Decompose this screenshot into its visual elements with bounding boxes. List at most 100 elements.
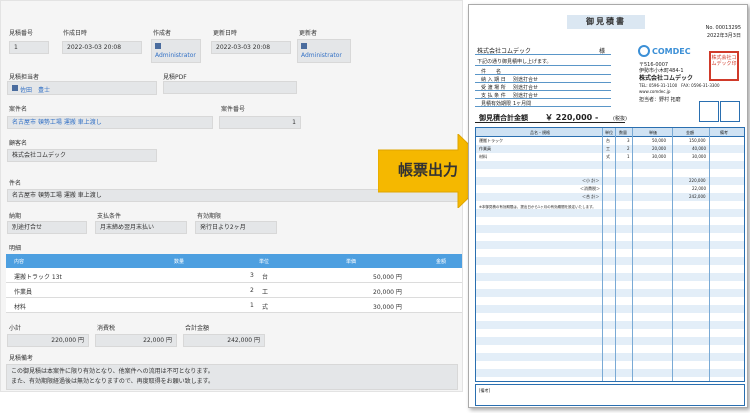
stamp-box — [720, 101, 740, 122]
row-qty: 3 — [250, 272, 254, 279]
detail-table: 内容 数量 単位 単価 金額 運搬トラック 13t 3 台 50,000 円 作… — [6, 254, 462, 313]
updater-field: Administrator — [297, 39, 351, 63]
grid-stripe — [476, 369, 744, 377]
comdec-logo-icon — [638, 45, 650, 57]
grid-stripe — [476, 361, 744, 369]
payment-field: 月末締め翌月末払い — [95, 221, 187, 234]
table-row[interactable]: 作業員 2 工 20,000 円 — [6, 283, 462, 298]
creator-label: 作成者 — [153, 30, 172, 37]
grid-stripe — [476, 249, 744, 257]
row-content: 作業員 — [14, 289, 33, 296]
doc-row-name: 材料 — [479, 154, 487, 159]
updated-at-label: 更新日時 — [213, 30, 238, 37]
grid-stripe — [476, 273, 744, 281]
doc-row-amount: 40,000 — [692, 146, 706, 151]
grid-stripe — [476, 337, 744, 345]
case-name-field[interactable]: 名古屋市 頓勢工場 運搬 車上渡し — [7, 116, 213, 129]
row-unit: 工 — [262, 289, 269, 296]
person-field: 佐田 豊士 — [7, 81, 157, 95]
table-row[interactable]: 運搬トラック 13t 3 台 50,000 円 — [6, 268, 462, 283]
doc-tax-note: (税抜) — [613, 116, 627, 122]
grid-stripe — [476, 217, 744, 225]
total-label: 合計金額 — [185, 325, 210, 332]
quote-no-field[interactable]: 1 — [9, 41, 49, 54]
person-name[interactable]: 佐田 豊士 — [20, 85, 50, 94]
grid-stripe — [476, 297, 744, 305]
case-no-label: 案件番号 — [221, 106, 246, 113]
doc-header-price: 単価 — [649, 130, 657, 135]
grid-stripe — [476, 353, 744, 361]
customer-field: 株式会社コムデック — [7, 149, 157, 162]
doc-header-amount: 金額 — [686, 130, 694, 135]
doc-row-unit: 台 — [606, 138, 610, 143]
grid-line — [602, 128, 603, 381]
doc-header-name: 品名・規格 — [530, 130, 550, 135]
created-at-field: 2022-03-03 20:08 — [62, 41, 142, 54]
doc-tax-value: 22,000 — [692, 186, 706, 191]
divider — [475, 106, 611, 107]
pdf-label: 見積PDF — [163, 74, 187, 81]
remarks-field[interactable]: この御見積は本案件に限り有効となり、他案件への流用は不可となります。 また、有効… — [6, 364, 458, 390]
doc-remark-box: [備考] — [475, 384, 745, 406]
divider — [475, 122, 625, 123]
doc-total2-value: 242,000 — [689, 194, 706, 199]
payment-label: 支払条件 — [97, 213, 122, 220]
doc-remark-label: [備考] — [479, 388, 491, 393]
row-unit: 台 — [262, 274, 269, 281]
header-price: 単価 — [346, 259, 357, 265]
doc-subtotal-value: 220,000 — [689, 178, 706, 183]
customer-label: 顧客名 — [9, 140, 28, 147]
tax-field: 22,000 円 — [95, 334, 177, 347]
header-unit: 単位 — [259, 259, 270, 265]
subtotal-field: 220,000 円 — [7, 334, 89, 347]
remarks-line: また、有効期限経過後は無効となりますので、再度取得をお願い致します。 — [11, 378, 214, 385]
doc-header-qty: 数量 — [619, 130, 627, 135]
doc-grid-header: 品名・規格 単位 数量 単価 金額 備考 — [476, 128, 744, 137]
grid-line — [615, 128, 616, 381]
grid-stripe — [476, 241, 744, 249]
seal-text: 株式会社コムデック印 — [711, 55, 737, 67]
doc-row-price: 20,000 — [652, 146, 666, 151]
validity-field: 発行日より2ヶ月 — [195, 221, 277, 234]
grid-stripe — [476, 257, 744, 265]
validity-label: 有効期限 — [197, 213, 222, 220]
doc-row-unit: 式 — [606, 154, 610, 159]
header-qty: 数量 — [174, 259, 185, 265]
doc-items-grid: 品名・規格 単位 数量 単価 金額 備考 運搬トラック 台 3 50,000 1… — [475, 127, 745, 382]
updater-name[interactable]: Administrator — [301, 52, 342, 59]
doc-row-price: 50,000 — [652, 138, 666, 143]
updater-label: 更新者 — [299, 30, 318, 37]
doc-note: ※本御見積の有効期限は、提出日から1ヶ月の有効期間を設定いたします。 — [479, 205, 596, 209]
grid-stripe — [476, 209, 744, 217]
total-field: 242,000 円 — [183, 334, 265, 347]
doc-row-amount: 30,000 — [692, 154, 706, 159]
doc-row-qty: 3 — [627, 138, 630, 143]
doc-row-name: 作業員 — [479, 146, 491, 151]
delivery-label: 納期 — [9, 213, 22, 220]
stamp-box — [699, 101, 719, 122]
user-icon — [155, 43, 161, 49]
subject-label: 件名 — [9, 180, 22, 187]
divider — [475, 82, 611, 83]
row-price: 50,000 円 — [373, 274, 402, 281]
remarks-line: この御見積は本案件に限り有効となり、他案件への流用は不可となります。 — [11, 368, 214, 375]
creator-name[interactable]: Administrator — [155, 52, 196, 59]
divider — [475, 98, 611, 99]
grid-stripe — [476, 329, 744, 337]
pdf-field[interactable] — [163, 81, 297, 94]
remarks-label: 見積備考 — [9, 355, 34, 362]
detail-table-header: 内容 数量 単位 単価 金額 — [6, 254, 462, 268]
grid-line — [632, 128, 633, 381]
person-label: 見積担当者 — [9, 74, 40, 81]
divider — [475, 54, 611, 55]
updated-at-field: 2022-03-03 20:08 — [211, 41, 291, 54]
table-row[interactable]: 材料 1 式 30,000 円 — [6, 298, 462, 313]
company-seal: 株式会社コムデック印 — [709, 51, 739, 81]
divider — [475, 65, 611, 66]
doc-issuer-name: 株式会社コムデック — [639, 75, 694, 82]
doc-row-name: 運搬トラック — [479, 138, 503, 143]
row-qty: 2 — [250, 287, 254, 294]
tax-label: 消費税 — [97, 325, 116, 332]
row-content: 運搬トラック 13t — [14, 274, 62, 281]
row-price: 30,000 円 — [373, 304, 402, 311]
